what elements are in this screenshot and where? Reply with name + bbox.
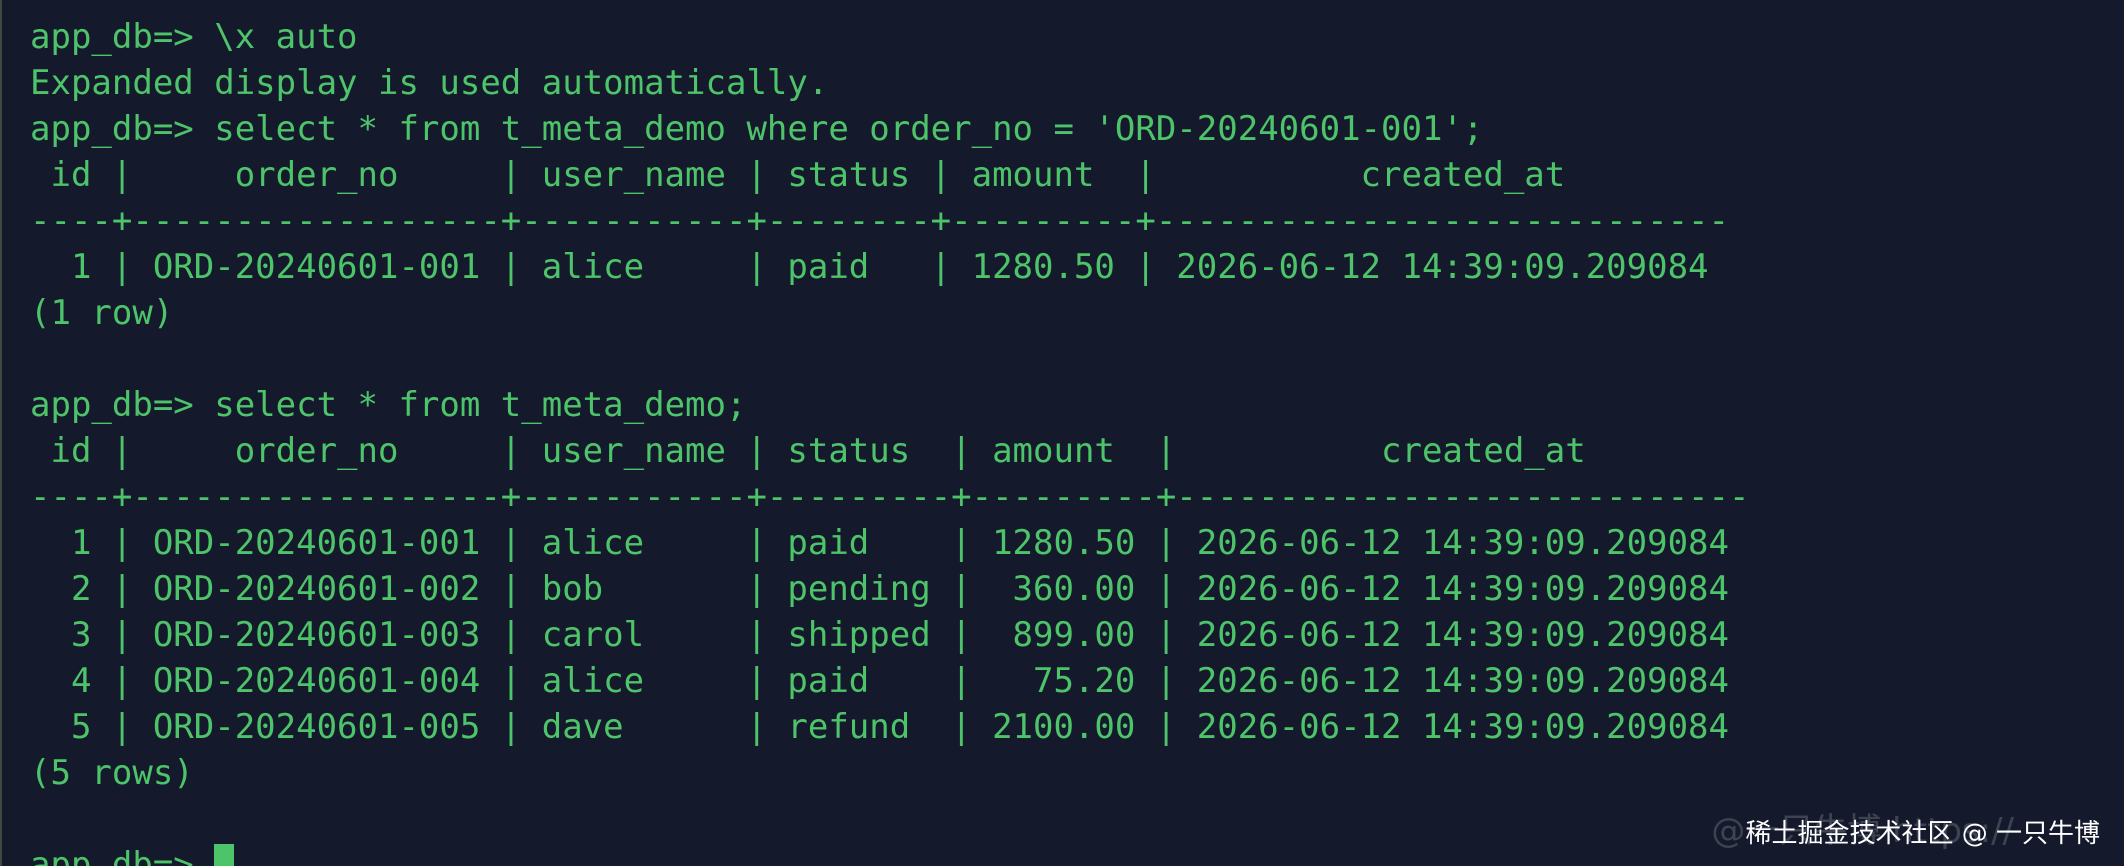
table-row-line: 2 | ORD-20240601-002 | bob | pending | 3… xyxy=(30,569,1729,609)
table-row-line: 4 | ORD-20240601-004 | alice | paid | 75… xyxy=(30,661,1729,701)
prompt: app_db=> xyxy=(30,385,215,425)
command-line: app_db=> select * from t_meta_demo where… xyxy=(30,106,1749,152)
command-text: select * from t_meta_demo where order_no… xyxy=(214,109,1484,149)
table-row-line: 5 | ORD-20240601-005 | dave | refund | 2… xyxy=(30,707,1729,747)
output-line: Expanded display is used automatically. xyxy=(30,63,829,103)
terminal-output: app_db=> \x auto Expanded display is used… xyxy=(30,14,1749,866)
command-line: app_db=> \x auto xyxy=(30,14,1749,60)
prompt: app_db=> xyxy=(30,17,215,57)
table-header-line: id | order_no | user_name | status | amo… xyxy=(30,155,1566,195)
watermark: 稀土掘金技术社区 @ 一只牛博 xyxy=(1745,819,2100,849)
current-command-line[interactable]: app_db=> xyxy=(30,842,1749,866)
terminal-window[interactable]: app_db=> \x auto Expanded display is used… xyxy=(0,0,2124,866)
prompt: app_db=> xyxy=(30,109,215,149)
table-header-line: id | order_no | user_name | status | amo… xyxy=(30,431,1586,471)
command-text: \x auto xyxy=(214,17,358,57)
table-row-line: 3 | ORD-20240601-003 | carol | shipped |… xyxy=(30,615,1729,655)
table-row-line: 1 | ORD-20240601-001 | alice | paid | 12… xyxy=(30,523,1729,563)
command-line: app_db=> select * from t_meta_demo; xyxy=(30,382,1749,428)
prompt: app_db=> xyxy=(30,845,215,866)
output-line: (5 rows) xyxy=(30,753,194,793)
table-row-line: 1 | ORD-20240601-001 | alice | paid | 12… xyxy=(30,247,1709,287)
table-separator-line: ----+------------------+-----------+----… xyxy=(30,477,1750,517)
output-line: (1 row) xyxy=(30,293,174,333)
table-separator-line: ----+------------------+-----------+----… xyxy=(30,201,1729,241)
command-text: select * from t_meta_demo; xyxy=(214,385,747,425)
text-cursor xyxy=(214,844,235,866)
